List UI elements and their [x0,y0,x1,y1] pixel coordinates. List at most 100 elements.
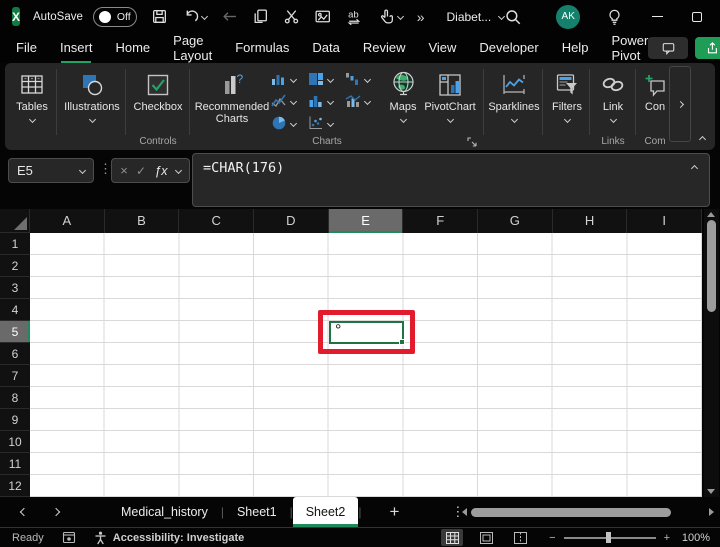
sheet-tab-medical-history[interactable]: Medical_history [108,497,221,527]
horizontal-scroll-track[interactable] [471,507,705,517]
share-button[interactable] [695,37,720,59]
save-icon[interactable] [151,8,168,25]
translate-icon[interactable]: ab [346,8,364,25]
menu-item-data[interactable]: Data [312,35,339,61]
scatter-chart-button[interactable] [308,113,342,133]
chevron-down-icon[interactable] [396,12,404,21]
histogram-chart-button[interactable] [308,91,342,111]
row-header-12[interactable]: 12 [0,475,30,497]
lightbulb-icon[interactable] [606,8,623,26]
qat-overflow-icon[interactable]: » [417,9,425,25]
menu-item-home[interactable]: Home [115,35,150,61]
sheet-tab-sheet2[interactable]: Sheet2 [292,497,359,527]
row-header-9[interactable]: 9 [0,409,30,431]
touch-mode-button[interactable] [378,8,404,25]
row-header-2[interactable]: 2 [0,255,30,277]
undo-button[interactable] [182,8,208,25]
column-header-c[interactable]: C [179,209,255,233]
row-header-11[interactable]: 11 [0,453,30,475]
line-chart-button[interactable] [271,91,305,111]
sparklines-button[interactable]: Sparklines [487,68,541,124]
vertical-scroll-thumb[interactable] [707,220,716,312]
insert-function-icon[interactable]: ƒx [154,164,167,178]
cell-area[interactable] [30,233,702,497]
zoom-slider[interactable] [563,532,656,543]
comment-button-truncated[interactable]: Con [639,68,671,113]
checkbox-button[interactable]: Checkbox [129,68,187,113]
pivotchart-button[interactable]: PivotChart [419,68,481,124]
macro-record-icon[interactable] [62,531,76,544]
filters-button[interactable]: Filters [547,68,587,124]
search-icon[interactable] [504,8,522,26]
collapse-formula-bar-icon[interactable] [690,164,699,173]
column-header-i[interactable]: I [627,209,702,233]
scroll-up-icon[interactable] [707,212,715,217]
row-header-4[interactable]: 4 [0,299,30,321]
menu-item-help[interactable]: Help [562,35,589,61]
page-break-view-button[interactable] [509,529,531,546]
scroll-down-icon[interactable] [707,489,715,494]
column-chart-button[interactable] [271,69,305,89]
horizontal-scrollbar[interactable] [462,503,714,521]
accessibility-status[interactable]: Accessibility: Investigate [113,532,244,544]
menu-item-insert[interactable]: Insert [60,35,93,61]
menu-item-developer[interactable]: Developer [479,35,538,61]
autosave-toggle[interactable]: Off [92,6,137,27]
column-header-f[interactable]: F [403,209,479,233]
menu-item-formulas[interactable]: Formulas [235,35,289,61]
row-header-6[interactable]: 6 [0,343,30,365]
collapsed-group-strip[interactable] [669,66,691,142]
row-header-3[interactable]: 3 [0,277,30,299]
link-button[interactable]: Link [593,68,633,124]
next-sheet-button[interactable] [48,507,64,517]
formula-input[interactable]: =CHAR(176) [192,153,710,207]
hierarchy-chart-button[interactable] [308,69,342,89]
comments-button[interactable] [648,37,689,59]
row-header-5[interactable]: 5 [0,321,30,343]
scroll-right-icon[interactable] [709,508,714,516]
vertical-scrollbar[interactable] [704,209,719,497]
collapse-ribbon-button[interactable] [695,133,709,145]
avatar[interactable]: AK [556,4,581,29]
document-title[interactable]: Diabet... [447,10,506,24]
illustrations-button[interactable]: Illustrations [59,68,125,124]
normal-view-button[interactable] [441,529,464,546]
row-header-8[interactable]: 8 [0,387,30,409]
charts-dialog-launcher-icon[interactable] [467,137,477,147]
enter-check-icon[interactable]: ✓ [136,164,146,178]
cut-scissors-icon[interactable] [283,8,300,25]
zoom-level[interactable]: 100% [678,532,710,544]
chevron-down-icon[interactable] [174,166,182,175]
row-header-1[interactable]: 1 [0,233,30,255]
menu-item-file[interactable]: File [16,35,37,61]
copy-icon[interactable] [252,8,269,25]
sheet-tab-sheet1[interactable]: Sheet1 [224,497,290,527]
recommended-charts-button[interactable]: ? Recommended Charts [193,68,271,125]
prev-sheet-button[interactable] [16,507,32,517]
pie-chart-button[interactable] [271,113,305,133]
column-header-d[interactable]: D [254,209,329,233]
combo-chart-button[interactable] [345,91,379,111]
excel-app-icon[interactable]: X [12,7,21,26]
zoom-slider-thumb[interactable] [605,532,611,543]
column-header-h[interactable]: H [552,209,628,233]
column-header-e[interactable]: E [328,209,404,233]
cancel-icon[interactable]: × [120,163,128,178]
waterfall-chart-button[interactable] [345,69,379,89]
row-header-7[interactable]: 7 [0,365,30,387]
column-header-b[interactable]: B [104,209,180,233]
select-all-button[interactable] [0,209,30,233]
accessibility-icon[interactable] [94,531,107,545]
maximize-button[interactable] [677,0,717,33]
column-header-a[interactable]: A [30,209,105,233]
menu-item-review[interactable]: Review [363,35,406,61]
zoom-in-button[interactable]: + [664,532,670,544]
zoom-out-button[interactable]: − [549,532,555,544]
picture-icon[interactable] [314,8,332,25]
scroll-left-icon[interactable] [462,508,467,516]
chevron-down-icon[interactable] [200,12,208,21]
horizontal-scroll-thumb[interactable] [471,507,671,517]
row-header-10[interactable]: 10 [0,431,30,453]
tables-button[interactable]: Tables [9,68,55,124]
menu-item-view[interactable]: View [428,35,456,61]
